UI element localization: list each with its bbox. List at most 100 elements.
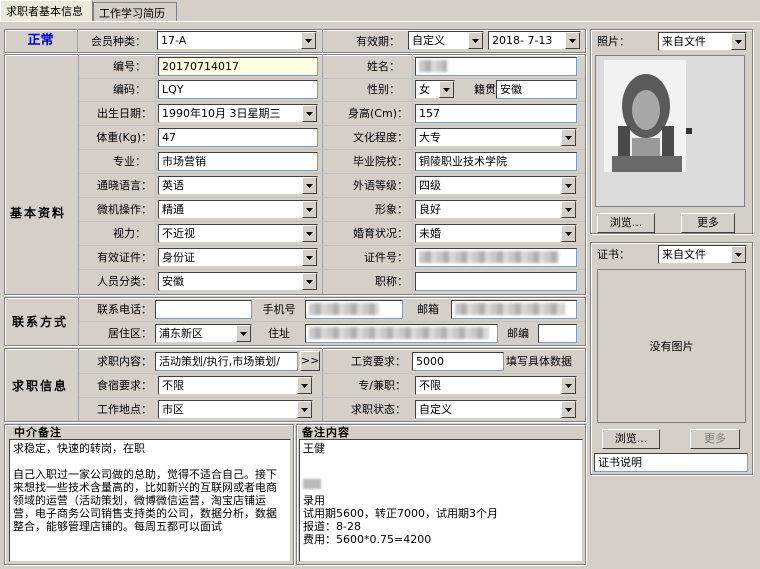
chevron-down-icon <box>302 249 317 266</box>
phone-label: 联系电话： <box>97 303 152 316</box>
photo-more-button[interactable]: 更多 <box>681 213 735 233</box>
board-label: 食宿要求： <box>97 379 152 392</box>
gender-select[interactable]: 女 <box>415 80 455 99</box>
agency-notes-textarea[interactable]: 求稳定，快速的转岗，在职 自己入职过一家公司做的总助，觉得不适合自己。接下来想找… <box>9 439 291 562</box>
height-input[interactable]: 157 <box>415 104 577 123</box>
code-input[interactable]: LQY <box>158 80 318 99</box>
weight-input[interactable]: 47 <box>158 128 318 147</box>
school-input[interactable]: 铜陵职业技术学院 <box>415 152 577 171</box>
computer-skill-select[interactable]: 精通 <box>158 200 318 219</box>
salary-label: 工资要求： <box>351 355 406 368</box>
major-label: 专业： <box>113 155 146 168</box>
job-status-select[interactable]: 自定义 <box>415 400 577 419</box>
job-content-input[interactable]: 活动策划/执行,市场策划/ <box>155 352 298 371</box>
contact-section-title: 联系方式 <box>12 315 69 329</box>
tab-basic-info[interactable]: 求职者基本信息 <box>0 0 93 21</box>
remarks-textarea[interactable]: 王健 录用 试用期5600，转正7000，试用期3个月 报道：8-28 费用：5… <box>299 439 583 562</box>
chevron-down-icon <box>561 401 576 418</box>
status-label: 正常 <box>4 29 78 53</box>
no-image-text: 没有图片 <box>649 340 694 353</box>
validity-mode-select[interactable]: 自定义 <box>408 31 484 50</box>
address-label: 住址 <box>268 327 290 340</box>
title-input[interactable] <box>415 272 577 291</box>
chevron-down-icon <box>302 225 317 242</box>
gender-label: 性别： <box>367 83 400 96</box>
id-number-label: 证件号： <box>364 251 408 264</box>
education-label: 文化程度： <box>353 131 408 144</box>
chevron-down-icon <box>297 377 312 394</box>
chevron-down-icon <box>561 129 576 146</box>
salary-input[interactable]: 5000 <box>412 352 504 371</box>
mobile-input[interactable] <box>305 300 403 319</box>
photo-browse-button[interactable]: 浏览... <box>597 213 655 233</box>
foreign-level-select[interactable]: 四级 <box>415 176 577 195</box>
parttime-select[interactable]: 不限 <box>415 376 577 395</box>
certificate-more-button[interactable]: 更多 <box>690 429 740 449</box>
zip-label: 邮编 <box>507 327 529 340</box>
job-content-label: 求职内容： <box>97 355 152 368</box>
birth-label: 出生日期： <box>97 107 152 120</box>
education-select[interactable]: 大专 <box>415 128 577 147</box>
native-input[interactable]: 安徽 <box>496 80 577 99</box>
photo-frame <box>595 55 745 207</box>
certificate-source-select[interactable]: 来自文件 <box>658 245 747 264</box>
job-status-label: 求职状态： <box>351 403 406 416</box>
zip-input[interactable] <box>538 324 577 343</box>
vision-select[interactable]: 不近视 <box>158 224 318 243</box>
validity-date-picker[interactable]: 2018- 7-13 <box>488 31 581 50</box>
name-label: 姓名： <box>367 60 400 73</box>
chevron-down-icon <box>302 177 317 194</box>
chevron-down-icon <box>561 177 576 194</box>
district-label: 居住区： <box>108 327 152 340</box>
job-content-more-button[interactable]: >> <box>300 351 320 371</box>
work-place-label: 工作地点： <box>97 403 152 416</box>
category-label: 人员分类： <box>97 275 152 288</box>
remarks-title: 备注内容 <box>302 426 350 439</box>
number-input[interactable]: 20170714017 <box>158 57 318 76</box>
computer-skill-label: 微机操作： <box>97 203 152 216</box>
photo-source-select[interactable]: 来自文件 <box>658 32 747 51</box>
email-input[interactable] <box>451 300 577 319</box>
board-select[interactable]: 不限 <box>158 376 313 395</box>
height-label: 身高(Cm)： <box>348 107 408 120</box>
address-input[interactable] <box>305 324 498 343</box>
photo-label: 照片： <box>597 35 630 48</box>
work-place-select[interactable]: 市区 <box>158 400 313 419</box>
language-label: 通晓语言： <box>97 179 152 192</box>
chevron-down-icon <box>468 32 483 49</box>
tab-work-history[interactable]: 工作学习简历 <box>93 2 177 21</box>
id-number-input[interactable] <box>415 248 577 267</box>
member-type-select[interactable]: 17-A <box>157 31 317 50</box>
photo-image <box>596 56 744 206</box>
foreign-level-label: 外语等级： <box>353 179 408 192</box>
member-type-label: 会员种类： <box>91 35 146 48</box>
category-select[interactable]: 安徽 <box>158 272 318 291</box>
basic-section-title: 基本资料 <box>10 206 67 220</box>
chevron-down-icon <box>731 246 746 263</box>
certificate-browse-button[interactable]: 浏览... <box>602 429 660 449</box>
id-type-label: 有效证件： <box>97 251 152 264</box>
validity-label: 有效期： <box>356 35 400 48</box>
school-label: 毕业院校： <box>353 155 408 168</box>
chevron-down-icon <box>297 401 312 418</box>
district-select[interactable]: 浦东新区 <box>155 324 252 343</box>
mobile-label: 手机号 <box>262 303 296 316</box>
chevron-down-icon <box>302 273 317 290</box>
vision-label: 视力： <box>113 227 146 240</box>
email-label: 邮箱 <box>417 303 439 316</box>
native-label: 籍贯 <box>474 83 496 96</box>
certificate-description-input[interactable]: 证书说明 <box>594 453 748 472</box>
chevron-down-icon <box>302 105 317 122</box>
major-input[interactable]: 市场营销 <box>158 152 318 171</box>
appearance-select[interactable]: 良好 <box>415 200 577 219</box>
weight-label: 体重(Kg)： <box>96 131 152 144</box>
birth-date-picker[interactable]: 1990年10月 3日星期三 <box>158 104 318 123</box>
id-type-select[interactable]: 身份证 <box>158 248 318 267</box>
certificate-label: 证书： <box>597 248 630 261</box>
language-select[interactable]: 英语 <box>158 176 318 195</box>
phone-input[interactable] <box>155 300 252 319</box>
name-input[interactable] <box>415 57 577 76</box>
agency-notes-title: 中介备注 <box>14 426 62 439</box>
chevron-down-icon <box>561 201 576 218</box>
marital-select[interactable]: 未婚 <box>415 224 577 243</box>
